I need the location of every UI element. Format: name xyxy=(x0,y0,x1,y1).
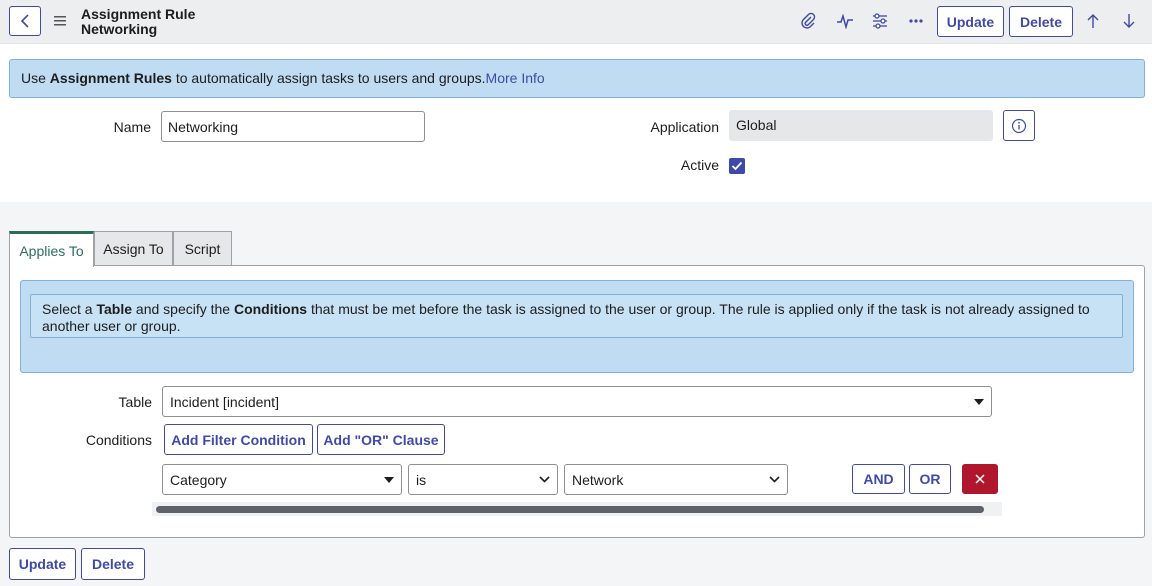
and-condition-button[interactable]: AND xyxy=(852,464,905,494)
close-icon xyxy=(975,474,985,484)
table-select[interactable]: Incident [incident] xyxy=(162,386,992,417)
condition-value-select[interactable]: Network xyxy=(564,464,788,495)
chevron-down-icon xyxy=(769,476,780,483)
info-mid: and specify the xyxy=(132,301,234,317)
application-info-button[interactable] xyxy=(1003,110,1035,141)
checkmark-icon xyxy=(731,161,743,171)
activity-pulse-icon[interactable] xyxy=(834,10,856,32)
settings-sliders-icon[interactable] xyxy=(869,10,891,32)
back-button[interactable] xyxy=(9,6,41,36)
chevron-down-icon xyxy=(539,476,550,483)
condition-operator-select[interactable]: is xyxy=(408,464,558,495)
banner-suffix: to automatically assign tasks to users a… xyxy=(171,70,486,86)
more-info-link[interactable]: More Info xyxy=(486,70,545,86)
arrow-down-icon[interactable] xyxy=(1118,10,1140,32)
attachment-icon[interactable] xyxy=(797,10,819,32)
header-delete-button[interactable]: Delete xyxy=(1009,6,1073,37)
hamburger-menu-icon[interactable] xyxy=(54,14,66,28)
condition-value-value: Network xyxy=(572,471,624,488)
info-bold-conditions: Conditions xyxy=(233,301,308,317)
application-label: Application xyxy=(650,119,720,135)
chevron-left-icon xyxy=(20,14,29,28)
info-prefix: Select a xyxy=(42,301,97,317)
condition-field-value: Category xyxy=(170,471,227,488)
condition-operator-value: is xyxy=(416,471,427,488)
active-label: Active xyxy=(680,157,719,173)
conditions-label: Conditions xyxy=(85,432,152,448)
tab-applies-to[interactable]: Applies To xyxy=(9,231,94,267)
applies-to-info-text: Select a Table and specify the Condition… xyxy=(30,294,1123,338)
remove-condition-button[interactable] xyxy=(962,464,998,494)
application-value: Global xyxy=(729,110,993,141)
page-title: Assignment Rule Networking xyxy=(81,7,195,37)
name-label: Name xyxy=(113,119,151,135)
header-bar: Assignment Rule Networking Update Delete xyxy=(0,0,1152,44)
caret-down-icon xyxy=(384,476,394,483)
more-options-icon[interactable] xyxy=(905,10,927,32)
table-label: Table xyxy=(118,394,152,410)
banner-bold: Assignment Rules xyxy=(49,70,172,86)
banner-prefix: Use xyxy=(21,70,50,86)
arrow-up-icon[interactable] xyxy=(1082,10,1104,32)
table-select-value: Incident [incident] xyxy=(170,393,279,410)
caret-down-icon xyxy=(974,398,984,405)
add-filter-condition-button[interactable]: Add Filter Condition xyxy=(164,424,313,455)
add-or-clause-button[interactable]: Add "OR" Clause xyxy=(317,424,445,455)
tab-assign-to[interactable]: Assign To xyxy=(94,231,173,266)
footer-delete-button[interactable]: Delete xyxy=(81,548,145,580)
horizontal-scrollbar-thumb[interactable] xyxy=(156,506,984,513)
name-input[interactable] xyxy=(161,111,425,142)
info-banner: Use Assignment Rules to automatically as… xyxy=(9,59,1145,98)
or-condition-button[interactable]: OR xyxy=(909,464,951,494)
active-checkbox[interactable] xyxy=(729,158,745,174)
header-update-button[interactable]: Update xyxy=(937,6,1004,37)
page-title-line1: Assignment Rule xyxy=(81,6,196,22)
condition-field-select[interactable]: Category xyxy=(162,464,402,495)
info-bold-table: Table xyxy=(96,301,133,317)
page-title-line2: Networking xyxy=(81,21,158,37)
footer-update-button[interactable]: Update xyxy=(9,548,76,580)
info-circle-icon xyxy=(1011,118,1027,133)
tab-script[interactable]: Script xyxy=(173,231,232,266)
